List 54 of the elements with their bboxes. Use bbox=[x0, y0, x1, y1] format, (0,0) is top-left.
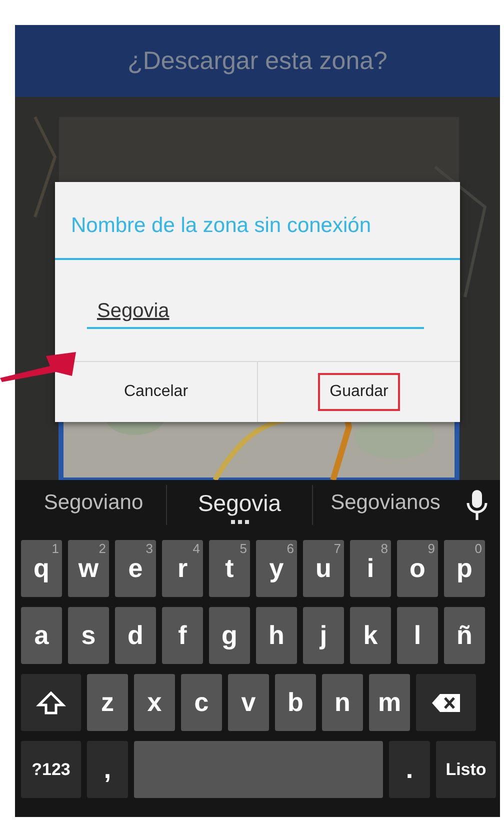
key[interactable]: x bbox=[134, 674, 175, 731]
key[interactable]: s bbox=[68, 607, 109, 664]
done-key[interactable]: Listo bbox=[436, 741, 496, 798]
shift-key[interactable] bbox=[21, 674, 81, 731]
key[interactable]: e 3 bbox=[115, 540, 156, 597]
key[interactable]: m bbox=[369, 674, 410, 731]
key[interactable]: k bbox=[350, 607, 391, 664]
key[interactable]: g bbox=[209, 607, 250, 664]
key[interactable]: h bbox=[256, 607, 297, 664]
key[interactable]: a bbox=[21, 607, 62, 664]
key[interactable]: . bbox=[389, 741, 430, 798]
key[interactable]: d bbox=[115, 607, 156, 664]
key[interactable]: v bbox=[228, 674, 269, 731]
more-dots-icon bbox=[230, 520, 248, 524]
key[interactable]: l bbox=[397, 607, 438, 664]
key-hint: 7 bbox=[334, 541, 341, 556]
key[interactable]: o 9 bbox=[397, 540, 438, 597]
microphone-icon[interactable] bbox=[464, 490, 490, 520]
key-hint: 6 bbox=[286, 541, 294, 556]
key[interactable]: u 7 bbox=[303, 540, 344, 597]
key[interactable]: , bbox=[87, 741, 128, 798]
key[interactable]: n bbox=[322, 674, 363, 731]
key[interactable]: j bbox=[303, 607, 344, 664]
cancel-button[interactable]: Cancelar bbox=[112, 373, 200, 411]
key[interactable]: f bbox=[162, 607, 203, 664]
key-hint: 1 bbox=[52, 541, 59, 556]
key[interactable]: r 4 bbox=[162, 540, 203, 597]
suggestion[interactable]: Segoviano bbox=[21, 485, 166, 525]
screen-title: ¿Descargar esta zona? bbox=[128, 46, 388, 76]
backspace-key[interactable] bbox=[416, 674, 476, 731]
key-hint: 8 bbox=[380, 541, 388, 556]
key[interactable]: i 8 bbox=[350, 540, 391, 597]
key[interactable]: t 5 bbox=[209, 540, 250, 597]
key-hint: 3 bbox=[146, 541, 153, 556]
key[interactable]: b bbox=[275, 674, 316, 731]
key-hint: 9 bbox=[428, 541, 435, 556]
key-hint: 0 bbox=[474, 541, 482, 556]
key[interactable]: w 2 bbox=[68, 540, 109, 597]
key[interactable]: y 6 bbox=[256, 540, 297, 597]
key[interactable]: p 0 bbox=[444, 540, 485, 597]
suggestion[interactable]: Segovia bbox=[166, 485, 312, 525]
key-hint: 2 bbox=[98, 541, 106, 556]
shift-icon bbox=[36, 690, 66, 714]
key-hint: 5 bbox=[240, 541, 247, 556]
key[interactable]: c bbox=[181, 674, 222, 731]
key[interactable]: q 1 bbox=[21, 540, 62, 597]
key[interactable]: z bbox=[87, 674, 128, 731]
name-field[interactable]: Segovia bbox=[87, 300, 424, 329]
key-hint: 4 bbox=[192, 541, 200, 556]
key[interactable]: ñ bbox=[444, 607, 485, 664]
dialog-title: Nombre de la zona sin conexión bbox=[55, 182, 460, 260]
suggestion[interactable]: Segovianos bbox=[312, 485, 458, 525]
symbols-key[interactable]: ?123 bbox=[21, 741, 81, 798]
save-button[interactable]: Guardar bbox=[318, 373, 400, 411]
